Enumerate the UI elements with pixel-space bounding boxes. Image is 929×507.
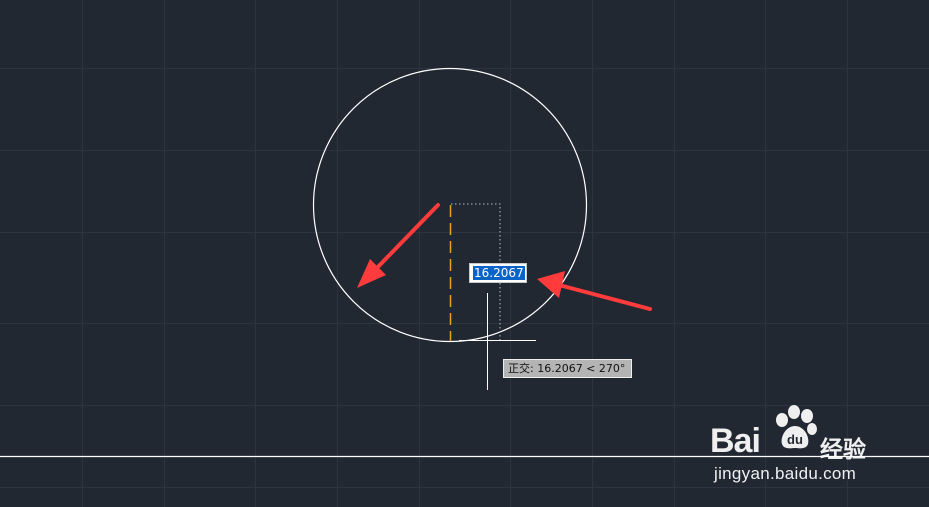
cad-drawing-area[interactable]: 16.2067 正交: 16.2067 < 270° du Bai 经验 jin… (0, 0, 929, 507)
drawing-entities (0, 67, 929, 458)
ortho-tooltip: 正交: 16.2067 < 270° (503, 359, 633, 378)
red-arrow-left-icon (357, 203, 440, 288)
dimension-input-value: 16.2067 (473, 266, 525, 280)
red-arrow-right-icon (537, 271, 652, 311)
dynamic-dimension-input[interactable]: 16.2067 (469, 263, 527, 283)
